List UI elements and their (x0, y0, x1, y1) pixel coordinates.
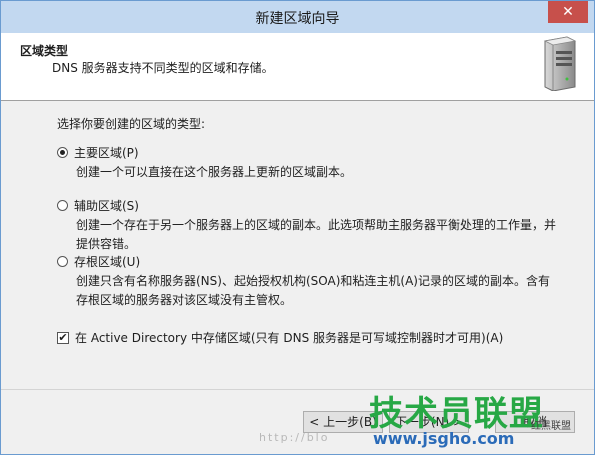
radio-label[interactable]: 辅助区域(S) (74, 197, 139, 214)
radio-label[interactable]: 存根区域(U) (74, 253, 140, 270)
title-bar[interactable]: 新建区域向导 ✕ (1, 1, 594, 33)
window-title: 新建区域向导 (255, 11, 340, 27)
radio-secondary-zone[interactable]: 辅助区域(S) (57, 197, 139, 214)
ad-store-checkbox-row[interactable]: ✔ 在 Active Directory 中存储区域(只有 DNS 服务器是可写… (57, 329, 503, 346)
secondary-zone-description: 创建一个存在于另一个服务器上的区域的副本。此选项帮助主服务器平衡处理的工作量，并… (76, 218, 557, 251)
close-button[interactable]: ✕ (548, 1, 588, 23)
stub-zone-description: 创建只含有名称服务器(NS)、起始授权机构(SOA)和粘连主机(A)记录的区域的… (76, 274, 550, 307)
wizard-header: 区域类型 DNS 服务器支持不同类型的区域和存储。 (1, 33, 594, 101)
server-icon (543, 36, 577, 91)
radio-stub-zone[interactable]: 存根区域(U) (57, 253, 140, 270)
watermark-logo-text: 技术员联盟 (369, 394, 544, 434)
radio-button[interactable] (57, 147, 68, 158)
page-title: 区域类型 (20, 44, 69, 58)
radio-label[interactable]: 主要区域(P) (74, 144, 139, 161)
ad-store-label[interactable]: 在 Active Directory 中存储区域(只有 DNS 服务器是可写域控… (75, 329, 503, 346)
wizard-window: 新建区域向导 ✕ 区域类型 DNS 服务器支持不同类型的区域和存储。 选择你要创… (0, 0, 595, 455)
radio-primary-zone[interactable]: 主要区域(P) (57, 144, 139, 161)
radio-button[interactable] (57, 200, 68, 211)
page-subtitle: DNS 服务器支持不同类型的区域和存储。 (52, 61, 274, 75)
zone-type-prompt: 选择你要创建的区域的类型: (57, 117, 206, 131)
primary-zone-description: 创建一个可以直接在这个服务器上更新的区域副本。 (76, 165, 353, 179)
ad-store-checkbox[interactable]: ✔ (57, 331, 69, 344)
radio-button[interactable] (57, 256, 68, 267)
watermark-side-text: 红黑联盟 (531, 421, 571, 432)
watermark-url: www.jsgho.com (373, 429, 515, 448)
